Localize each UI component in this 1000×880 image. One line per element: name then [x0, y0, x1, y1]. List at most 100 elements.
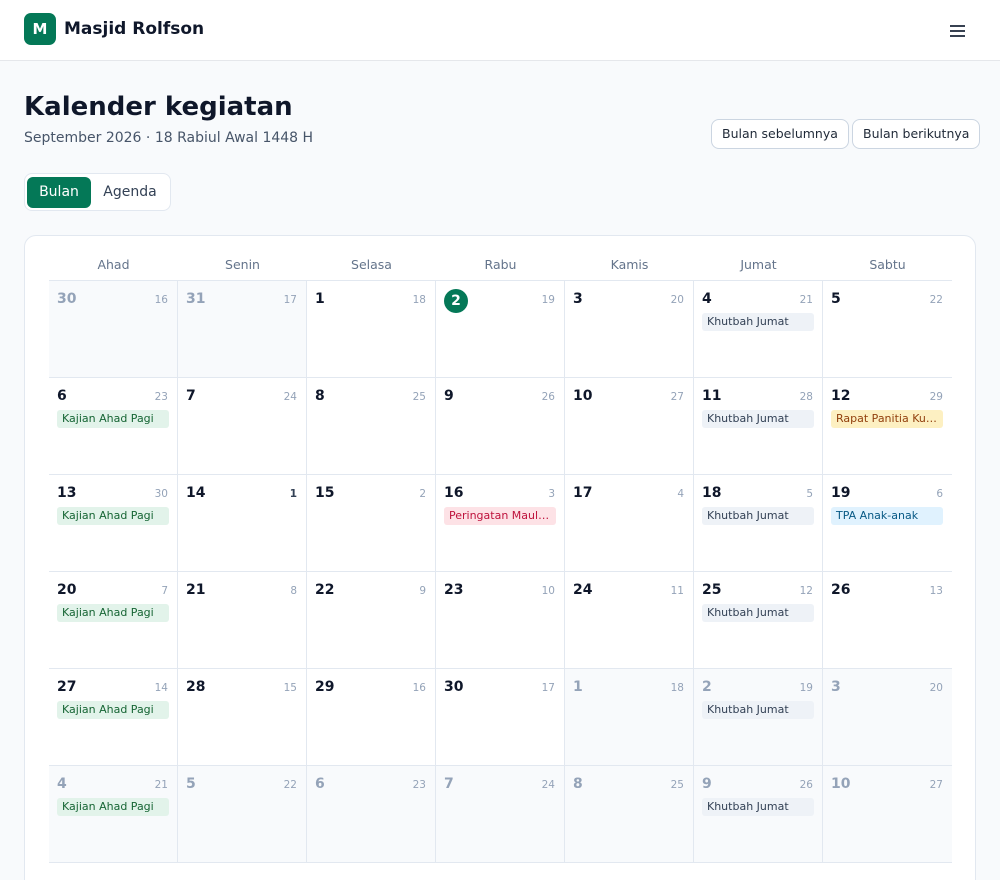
calendar-day-cell[interactable]: 17 4 — [565, 475, 694, 572]
calendar-day-cell[interactable]: 9 26 Khutbah Jumat — [694, 766, 823, 863]
event-chip[interactable]: Kajian Ahad Pagi — [57, 410, 169, 428]
calendar-day-cell[interactable]: 29 16 — [307, 669, 436, 766]
date-number: 13 — [57, 485, 77, 501]
hamburger-menu-icon[interactable] — [946, 20, 970, 40]
calendar-day-cell[interactable]: 16 3 Peringatan Mauli… — [436, 475, 565, 572]
calendar-day-cell[interactable]: 1 18 — [307, 281, 436, 378]
next-month-button[interactable]: Bulan berikutnya — [852, 119, 981, 149]
event-chip[interactable]: TPA Anak-anak — [831, 507, 943, 525]
calendar-day-cell[interactable]: 13 30 Kajian Ahad Pagi — [49, 475, 178, 572]
calendar-day-cell[interactable]: 4 21 Kajian Ahad Pagi — [49, 766, 178, 863]
calendar-day-cell[interactable]: 1 18 — [565, 669, 694, 766]
hijri-date: 22 — [929, 294, 943, 306]
calendar-day-cell[interactable]: 2 19 Khutbah Jumat — [694, 669, 823, 766]
date-number: 23 — [444, 582, 464, 598]
calendar-day-cell[interactable]: 23 10 — [436, 572, 565, 669]
calendar-day-cell[interactable]: 20 7 Kajian Ahad Pagi — [49, 572, 178, 669]
hijri-date: 29 — [929, 391, 943, 403]
event-chip[interactable]: Rapat Panitia Ku… — [831, 410, 943, 428]
event-chip[interactable]: Peringatan Mauli… — [444, 507, 556, 525]
event-chip[interactable]: Khutbah Jumat — [702, 313, 814, 331]
app-name[interactable]: Masjid Rolfson — [64, 19, 204, 39]
calendar-day-cell[interactable]: 27 14 Kajian Ahad Pagi — [49, 669, 178, 766]
calendar-day-cell[interactable]: 5 22 — [178, 766, 307, 863]
hijri-date: 6 — [936, 488, 943, 500]
date-number: 10 — [573, 388, 593, 404]
date-number: 14 — [186, 485, 206, 501]
today-date-number: 2 — [444, 289, 468, 313]
calendar-day-cell[interactable]: 24 11 — [565, 572, 694, 669]
date-number: 4 — [57, 776, 67, 792]
date-number: 9 — [444, 388, 454, 404]
hijri-date: 20 — [929, 682, 943, 694]
event-chip[interactable]: Khutbah Jumat — [702, 701, 814, 719]
date-number: 8 — [315, 388, 325, 404]
weekday-label: Ahad — [97, 257, 130, 272]
calendar-day-cell[interactable]: 9 26 — [436, 378, 565, 475]
calendar-day-cell[interactable]: 10 27 — [565, 378, 694, 475]
calendar-day-cell[interactable]: 15 2 — [307, 475, 436, 572]
calendar-day-cell[interactable]: 14 1 — [178, 475, 307, 572]
calendar-day-cell[interactable]: 3 20 — [823, 669, 952, 766]
event-chip[interactable]: Khutbah Jumat — [702, 604, 814, 622]
calendar-day-cell[interactable]: 19 6 TPA Anak-anak — [823, 475, 952, 572]
date-number: 18 — [702, 485, 722, 501]
event-chip[interactable]: Kajian Ahad Pagi — [57, 604, 169, 622]
date-number: 16 — [444, 485, 464, 501]
hijri-date: 26 — [799, 779, 813, 791]
event-chip[interactable]: Khutbah Jumat — [702, 798, 814, 816]
hijri-date: 1 — [289, 488, 297, 500]
hijri-date: 13 — [929, 585, 943, 597]
hijri-date: 10 — [541, 585, 555, 597]
month-view-tab[interactable]: Bulan — [27, 177, 91, 208]
previous-month-button[interactable]: Bulan sebelumnya — [711, 119, 849, 149]
hijri-date: 27 — [929, 779, 943, 791]
date-number: 3 — [831, 679, 841, 695]
weekday-label: Kamis — [610, 257, 649, 272]
hijri-date: 19 — [541, 294, 555, 306]
hijri-date: 3 — [548, 488, 555, 500]
calendar-day-cell[interactable]: 25 12 Khutbah Jumat — [694, 572, 823, 669]
calendar-day-cell[interactable]: 10 27 — [823, 766, 952, 863]
calendar-day-cell[interactable]: 6 23 Kajian Ahad Pagi — [49, 378, 178, 475]
weekday-label: Rabu — [484, 257, 517, 272]
event-chip[interactable]: Kajian Ahad Pagi — [57, 701, 169, 719]
agenda-view-tab[interactable]: Agenda — [93, 177, 167, 208]
masjid-logo[interactable]: M — [24, 13, 56, 45]
calendar-day-cell[interactable]: 31 17 — [178, 281, 307, 378]
calendar-card: Ahad Senin Selasa Rabu Kamis Jumat Sabtu 30 16 3… — [24, 235, 976, 880]
event-chip[interactable]: Kajian Ahad Pagi — [57, 507, 169, 525]
calendar-day-cell[interactable]: 26 13 — [823, 572, 952, 669]
hijri-date: 7 — [161, 585, 168, 597]
date-number: 2 — [702, 679, 712, 695]
date-number: 8 — [573, 776, 583, 792]
page-title: Kalender kegiatan — [24, 92, 293, 122]
calendar-day-cell[interactable]: 21 8 — [178, 572, 307, 669]
calendar-day-cell[interactable]: 8 25 — [307, 378, 436, 475]
calendar-day-cell[interactable]: 30 16 — [49, 281, 178, 378]
hijri-date: 17 — [283, 294, 297, 306]
calendar-day-cell[interactable]: 7 24 — [178, 378, 307, 475]
calendar-day-cell[interactable]: 12 29 Rapat Panitia Ku… — [823, 378, 952, 475]
calendar-day-cell[interactable]: 28 15 — [178, 669, 307, 766]
event-chip[interactable]: Khutbah Jumat — [702, 507, 814, 525]
calendar-day-cell[interactable]: 8 25 — [565, 766, 694, 863]
calendar-day-cell[interactable]: 6 23 — [307, 766, 436, 863]
date-number: 17 — [573, 485, 593, 501]
calendar-day-cell[interactable]: 4 21 Khutbah Jumat — [694, 281, 823, 378]
calendar-day-cell[interactable]: 2 19 — [436, 281, 565, 378]
hijri-date: 15 — [283, 682, 297, 694]
event-chip[interactable]: Kajian Ahad Pagi — [57, 798, 169, 816]
calendar-day-cell[interactable]: 22 9 — [307, 572, 436, 669]
calendar-day-cell[interactable]: 30 17 — [436, 669, 565, 766]
date-number: 31 — [186, 291, 206, 307]
calendar-day-cell[interactable]: 7 24 — [436, 766, 565, 863]
calendar-day-cell[interactable]: 18 5 Khutbah Jumat — [694, 475, 823, 572]
date-number: 7 — [444, 776, 454, 792]
date-number: 6 — [57, 388, 67, 404]
event-chip[interactable]: Khutbah Jumat — [702, 410, 814, 428]
calendar-day-cell[interactable]: 3 20 — [565, 281, 694, 378]
calendar-day-cell[interactable]: 11 28 Khutbah Jumat — [694, 378, 823, 475]
date-number: 25 — [702, 582, 722, 598]
calendar-day-cell[interactable]: 5 22 — [823, 281, 952, 378]
